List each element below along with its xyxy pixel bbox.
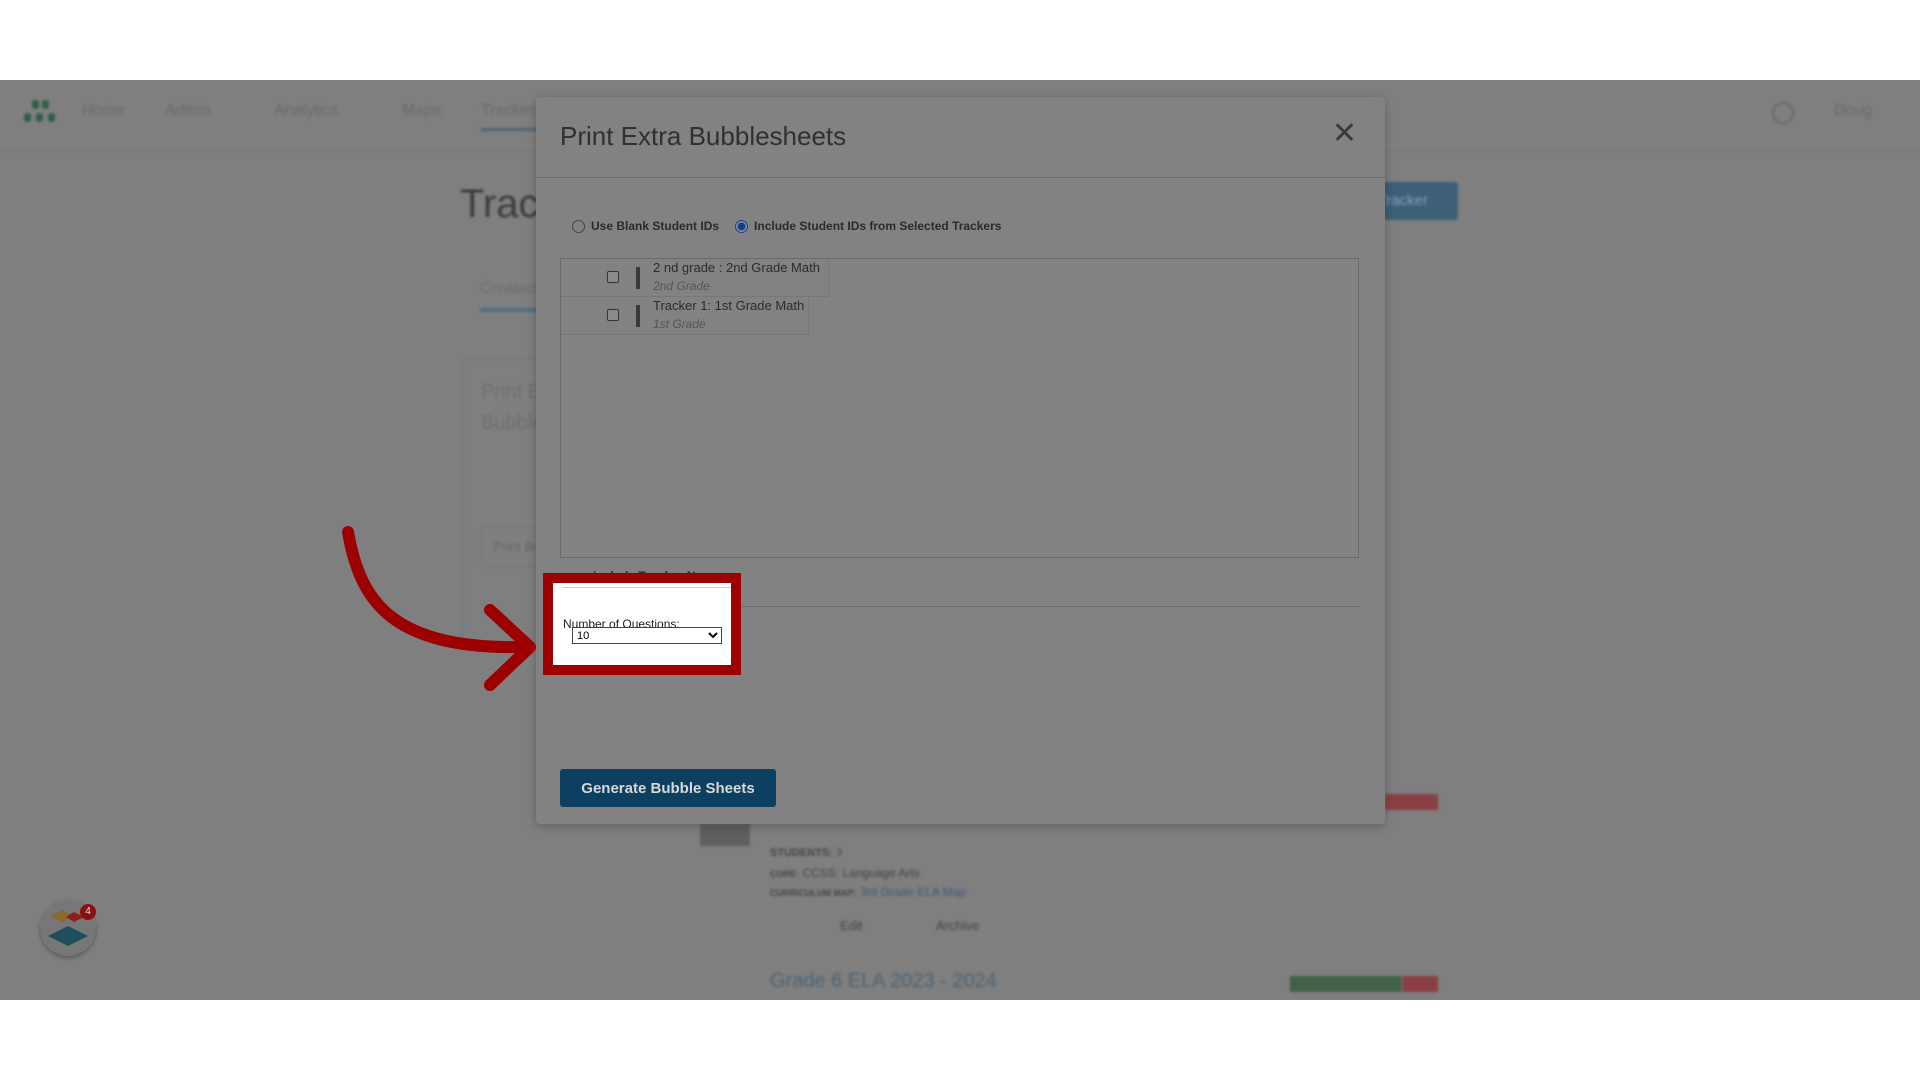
tracker-grade: 1st Grade <box>653 317 706 331</box>
dimmed-page: Home Admin Analytics Maps Trackers Doug … <box>0 80 1920 1000</box>
tracker-core: CORE: CCSS: Language Arts <box>770 866 920 880</box>
close-icon[interactable]: ✕ <box>1332 119 1357 149</box>
progress-red <box>1402 976 1438 992</box>
id-mode-radios: Use Blank Student IDs Include Student ID… <box>572 219 1001 233</box>
tracker-title-link[interactable]: Grade 6 ELA 2023 - 2024 <box>770 970 997 993</box>
highlight-box: Number of Questions: 10 <box>543 573 741 675</box>
tracker-item[interactable]: 2 nd grade : 2nd Grade Math 2nd Grade <box>561 259 829 297</box>
radio-include-ids[interactable] <box>735 219 749 233</box>
tracker-name: Tracker 1: 1st Grade Math <box>653 298 805 313</box>
archive-link[interactable]: Archive <box>936 918 979 933</box>
modal-title: Print Extra Bubblesheets <box>560 121 847 151</box>
tracker-grade: 2nd Grade <box>653 279 710 293</box>
tracker-item[interactable]: Tracker 1: 1st Grade Math 1st Grade <box>561 297 809 335</box>
tracker-checkbox[interactable] <box>607 271 619 283</box>
radio-include-label: Include Student IDs from Selected Tracke… <box>754 219 1002 233</box>
tracker-map: CURRICULUM MAP: 3rd Grade ELA Map <box>770 885 966 899</box>
tracker-thumb <box>700 824 750 846</box>
nav-admin[interactable]: Admin <box>165 102 210 120</box>
print-bubblesheets-modal: Print Extra Bubblesheets ✕ Use Blank Stu… <box>536 97 1385 824</box>
tracker-color-bar <box>636 305 640 327</box>
edit-link[interactable]: Edit <box>840 918 862 933</box>
logo-icon <box>24 100 60 126</box>
num-questions-select[interactable]: 10 <box>572 627 722 644</box>
progress-red-top <box>1385 794 1438 810</box>
question-circle-icon[interactable] <box>1772 102 1794 124</box>
tracker-list: 2 nd grade : 2nd Grade Math 2nd Grade Tr… <box>560 258 1359 558</box>
nav-home[interactable]: Home <box>82 102 125 120</box>
tracker-color-bar <box>636 267 640 289</box>
tracker-name: 2 nd grade : 2nd Grade Math <box>653 260 820 275</box>
nav-analytics[interactable]: Analytics <box>274 102 338 120</box>
header-divider <box>536 177 1385 178</box>
user-menu[interactable]: Doug <box>1834 102 1872 120</box>
tracker-checkbox[interactable] <box>607 309 619 321</box>
radio-blank-label: Use Blank Student IDs <box>591 219 720 233</box>
nav-maps[interactable]: Maps <box>402 102 441 120</box>
tracker-students: STUDENTS: 3 <box>770 847 843 859</box>
notification-badge: 4 <box>80 904 96 920</box>
progress-green <box>1290 976 1402 992</box>
nav-trackers[interactable]: Trackers <box>481 102 543 131</box>
generate-bubble-sheets-button[interactable]: Generate Bubble Sheets <box>560 769 776 807</box>
divider <box>563 587 731 588</box>
annotation-arrow-icon <box>342 526 536 691</box>
radio-blank-ids[interactable] <box>572 219 585 233</box>
